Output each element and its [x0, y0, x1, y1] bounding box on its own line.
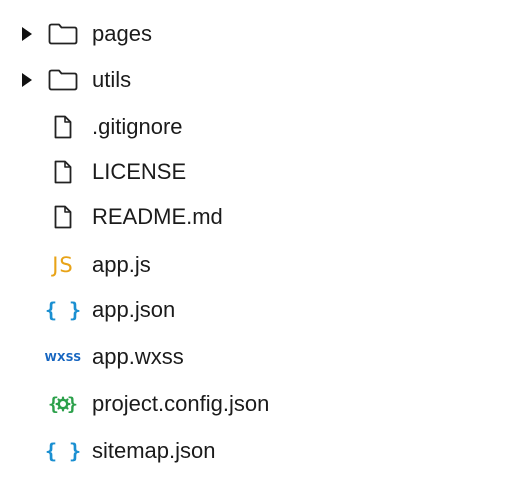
tree-item-gitignore[interactable]: .gitignore: [0, 107, 524, 147]
json-icon: { }: [44, 296, 82, 324]
tree-item-utils[interactable]: utils: [0, 60, 524, 100]
tree-item-app-json[interactable]: { } app.json: [0, 290, 524, 330]
tree-item-readme[interactable]: README.md: [0, 197, 524, 237]
tree-item-label: app.js: [92, 252, 151, 277]
tree-item-label: LICENSE: [92, 159, 187, 184]
expand-arrow-icon[interactable]: [21, 26, 33, 42]
file-icon: [44, 158, 82, 186]
file-icon: [44, 203, 82, 231]
folder-icon: [44, 66, 82, 94]
tree-item-sitemap-json[interactable]: { } sitemap.json: [0, 431, 524, 471]
js-icon: JS: [44, 251, 82, 279]
tree-item-label: pages: [92, 21, 152, 46]
tree-item-app-wxss[interactable]: WXSS app.wxss: [0, 337, 524, 377]
tree-item-label: project.config.json: [92, 391, 270, 416]
file-explorer-tree: pages utils .gitignore LICENSE README.md…: [0, 0, 524, 490]
tree-item-project-config-json[interactable]: { } project.config.json: [0, 384, 524, 424]
tree-item-label: utils: [92, 67, 132, 92]
file-icon: [44, 113, 82, 141]
tree-item-license[interactable]: LICENSE: [0, 152, 524, 192]
tree-item-pages[interactable]: pages: [0, 14, 524, 54]
wxss-icon-glyph: WXSS: [44, 350, 82, 364]
json-icon: { }: [44, 437, 82, 465]
expand-arrow-icon[interactable]: [21, 72, 33, 88]
config-json-icon: { }: [44, 390, 82, 418]
tree-item-label: sitemap.json: [92, 438, 216, 463]
config-json-icon-glyph: { }: [48, 394, 78, 415]
wxss-icon: WXSS: [44, 343, 82, 371]
tree-item-label: app.wxss: [92, 344, 184, 369]
tree-item-label: app.json: [92, 297, 176, 322]
folder-icon: [44, 20, 82, 48]
tree-item-app-js[interactable]: JS app.js: [0, 245, 524, 285]
json-icon-glyph: { }: [44, 439, 82, 463]
js-icon-glyph: JS: [52, 252, 74, 277]
tree-item-label: README.md: [92, 204, 223, 229]
json-icon-glyph: { }: [44, 298, 82, 322]
tree-item-label: .gitignore: [92, 114, 183, 139]
